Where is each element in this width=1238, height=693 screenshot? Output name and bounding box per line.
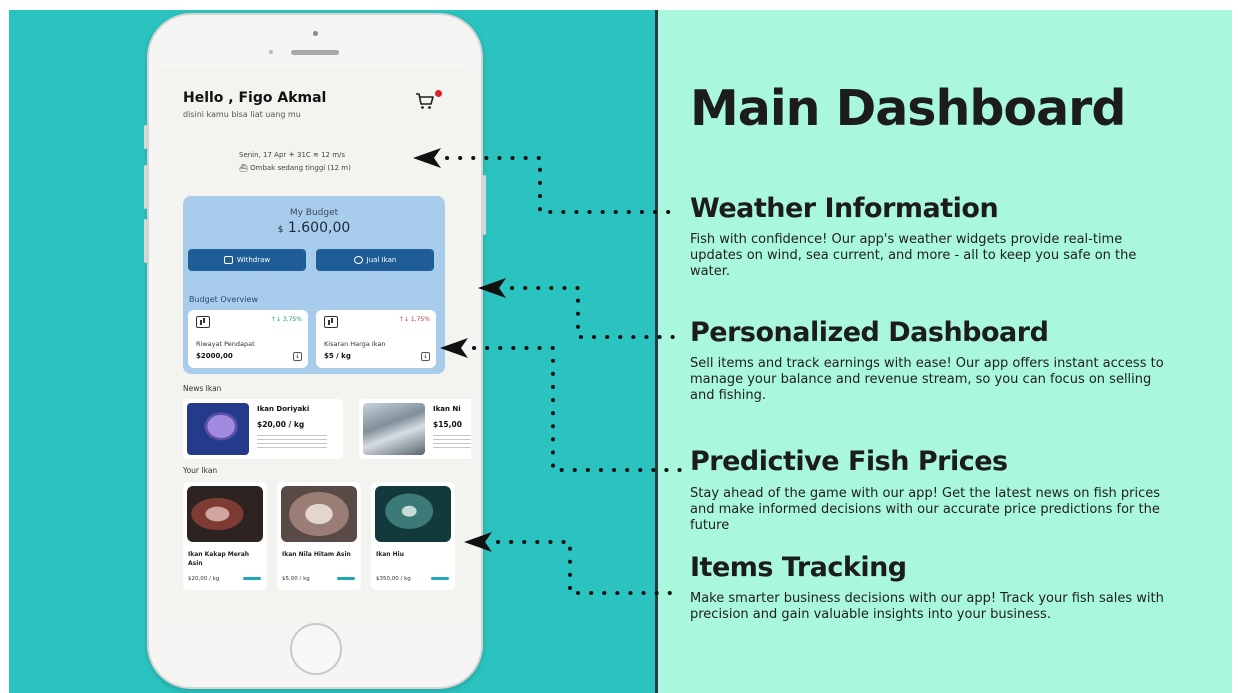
fish-name: Ikan Hiu: [376, 551, 404, 558]
phone-silent-switch: [144, 125, 147, 149]
app-screen: Hello , Figo Akmal disini kamu bisa liat…: [159, 68, 471, 624]
news-item[interactable]: Ikan Ni $15,00: [359, 399, 471, 459]
arrow-down-icon[interactable]: ↓: [293, 352, 302, 361]
phone-camera: [313, 31, 318, 36]
feature-title-dashboard: Personalized Dashboard: [690, 317, 1049, 348]
wave-status: ⛴ Ombak sedang tinggi (12 m): [239, 164, 351, 172]
phone-volume-up: [144, 165, 147, 209]
income-history-value: $2000,00: [196, 352, 233, 360]
feature-desc-prices: Stay ahead of the game with our app! Get…: [690, 486, 1161, 533]
news-item-description: [433, 435, 471, 451]
phone-mockup: Hello , Figo Akmal disini kamu bisa liat…: [144, 13, 486, 689]
greeting-title: Hello , Figo Akmal: [183, 90, 327, 106]
news-item-name: Ikan Doriyaki: [257, 405, 310, 413]
feature-title-prices: Predictive Fish Prices: [690, 446, 1008, 477]
fish-image: [281, 486, 357, 542]
budget-value: $ 1.600,00: [183, 220, 445, 236]
jual-ikan-label: Jual Ikan: [366, 256, 397, 264]
price-change-pct: ↑↓ 1,75%: [398, 316, 430, 323]
fish-image: [363, 403, 425, 455]
chart-icon: [196, 316, 210, 328]
withdraw-label: Withdraw: [236, 256, 271, 264]
income-change-pct: ↑↓ 3,75%: [270, 316, 302, 323]
cart-icon[interactable]: [415, 92, 435, 110]
fish-status-tag: [431, 577, 449, 580]
price-range-label: Kisaran Harga Ikan: [324, 340, 386, 348]
fish-price: $5,00 / kg: [282, 576, 310, 582]
fish-image: [187, 486, 263, 542]
weather-summary: Senin, 17 Apr ☀ 31C ≋ 12 m/s: [239, 151, 346, 159]
feature-desc-dashboard: Sell items and track earnings with ease!…: [690, 356, 1164, 403]
plus-circle-icon: [353, 256, 363, 264]
news-item-price: $20,00 / kg: [257, 420, 305, 429]
your-ikan-item[interactable]: Ikan Nila Hitam Asin $5,00 / kg: [277, 482, 361, 590]
cart-notification-badge: [435, 90, 442, 97]
phone-home-button: [290, 623, 342, 675]
wallet-icon: [223, 256, 233, 264]
fish-status-tag: [243, 577, 261, 580]
fish-price: $20,00 / kg: [188, 576, 220, 582]
news-item-name: Ikan Ni: [433, 405, 461, 413]
news-item[interactable]: Ikan Doriyaki $20,00 / kg: [183, 399, 343, 459]
income-history-label: Riwayat Pendapat: [196, 340, 255, 348]
price-range-card[interactable]: ↑↓ 1,75% Kisaran Harga Ikan $5 / kg ↓: [316, 310, 436, 368]
withdraw-button[interactable]: Withdraw: [188, 249, 306, 271]
budget-card: My Budget $ 1.600,00 Withdraw Jual Ikan …: [183, 196, 445, 374]
phone-speaker: [291, 50, 339, 55]
feature-desc-tracking: Make smarter business decisions with our…: [690, 591, 1164, 622]
price-range-value: $5 / kg: [324, 352, 351, 360]
news-item-description: [257, 435, 327, 451]
fish-image: [187, 403, 249, 455]
news-item-price: $15,00: [433, 420, 462, 429]
greeting-subtitle: disini kamu bisa liat uang mu: [183, 110, 301, 119]
income-history-card[interactable]: ↑↓ 3,75% Riwayat Pendapat $2000,00 ↓: [188, 310, 308, 368]
feature-title-tracking: Items Tracking: [690, 552, 907, 583]
budget-overview-title: Budget Overview: [189, 295, 258, 304]
budget-currency: $: [277, 225, 284, 235]
fish-image: [375, 486, 451, 542]
phone-volume-down: [144, 219, 147, 263]
chart-icon: [324, 316, 338, 328]
fish-name: Ikan Nila Hitam Asin: [282, 551, 351, 558]
arrow-down-icon[interactable]: ↓: [421, 352, 430, 361]
your-ikan-section-title: Your Ikan: [183, 466, 218, 475]
fish-name: Ikan Kakap Merah Asin: [188, 551, 250, 567]
fish-price: $350,00 / kg: [376, 576, 411, 582]
fish-status-tag: [337, 577, 355, 580]
phone-sensor: [269, 50, 273, 54]
page-title: Main Dashboard: [690, 80, 1126, 137]
feature-desc-weather: Fish with confidence! Our app's weather …: [690, 232, 1137, 279]
budget-amount: 1.600,00: [287, 220, 351, 236]
budget-label: My Budget: [289, 208, 339, 218]
feature-title-weather: Weather Information: [690, 193, 999, 224]
your-ikan-item[interactable]: Ikan Hiu $350,00 / kg: [371, 482, 455, 590]
phone-power-button: [483, 175, 486, 235]
news-section-title: News Ikan: [183, 384, 222, 393]
your-ikan-item[interactable]: Ikan Kakap Merah Asin $20,00 / kg: [183, 482, 267, 590]
jual-ikan-button[interactable]: Jual Ikan: [316, 249, 434, 271]
